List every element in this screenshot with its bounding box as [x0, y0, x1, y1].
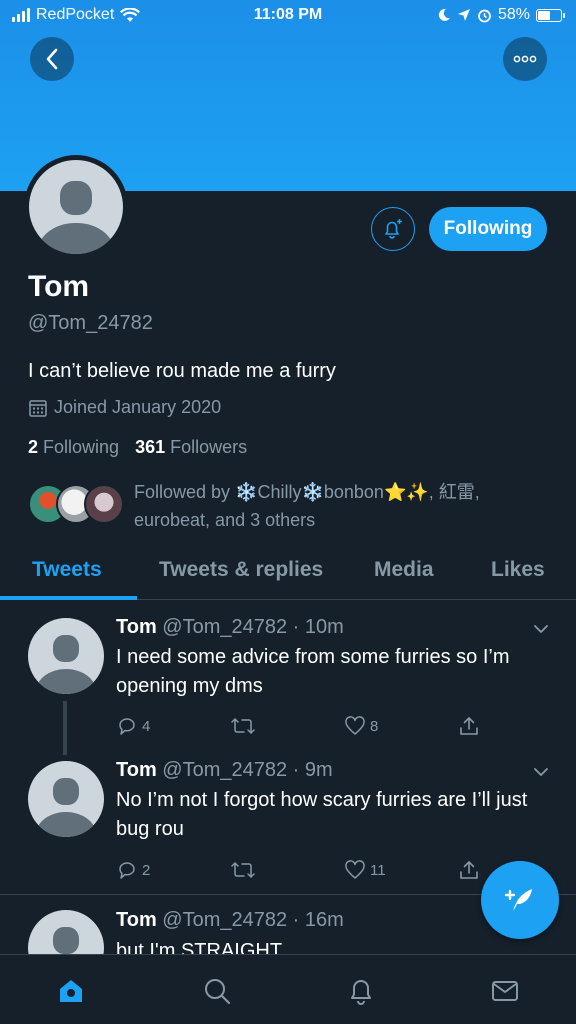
profile-tabs: Tweets Tweets & replies Media Likes	[0, 548, 576, 600]
retweet-icon	[231, 718, 255, 734]
tweet-text: I need some advice from some furries so …	[116, 646, 510, 697]
following-count: 2	[28, 437, 39, 457]
tweet-avatar[interactable]	[28, 761, 104, 837]
profile-bio: I can’t believe rou made me a furry	[28, 360, 336, 382]
tweet-header: Tom @Tom_24782 · 9m	[116, 759, 333, 782]
back-button[interactable]	[30, 37, 74, 81]
search-icon	[205, 979, 231, 1005]
tweet-meta: @Tom_24782 · 10m	[162, 616, 344, 638]
status-icons: 58%	[437, 6, 565, 24]
chevron-down-icon[interactable]	[532, 763, 550, 781]
tab-media[interactable]: Media	[374, 558, 434, 582]
default-avatar-icon	[29, 160, 123, 254]
location-icon	[457, 9, 470, 21]
bell-plus-icon	[385, 219, 402, 239]
share-button[interactable]	[458, 715, 480, 737]
retweet-button[interactable]	[230, 715, 256, 737]
more-horizontal-icon	[513, 55, 537, 63]
follow-counts: 2 Following 361 Followers	[28, 437, 247, 458]
nav-home[interactable]	[55, 975, 87, 1007]
notifications-toggle-button[interactable]	[371, 207, 415, 251]
reply-count: 4	[142, 717, 151, 735]
reply-icon	[119, 718, 135, 735]
share-icon	[460, 717, 478, 735]
like-count: 8	[370, 717, 379, 735]
tab-tweets[interactable]: Tweets	[32, 558, 102, 582]
profile-name: Tom	[28, 270, 90, 303]
tweet-actions: 2 11	[116, 859, 486, 883]
tweet-actions: 4 8	[116, 715, 486, 739]
profile-handle: @Tom_24782	[28, 312, 153, 334]
tweet-author-name: Tom	[116, 759, 157, 781]
followed-by-line: Followed by ❄️Chilly❄️bonbon⭐✨, 紅雷,	[134, 482, 480, 502]
mail-icon	[492, 981, 518, 1001]
active-tab-indicator	[0, 596, 137, 600]
share-icon	[460, 861, 478, 879]
moon-icon	[438, 8, 450, 21]
alarm-icon	[478, 9, 491, 22]
tweet-author-name: Tom	[116, 616, 157, 638]
home-icon	[60, 980, 82, 1002]
tweet-header: Tom @Tom_24782 · 10m	[116, 616, 344, 639]
reply-button[interactable]: 2	[116, 859, 150, 881]
tweet-avatar[interactable]	[28, 618, 104, 694]
following-button[interactable]: Following	[429, 207, 547, 251]
profile-avatar[interactable]	[24, 155, 128, 259]
followed-by-avatars	[28, 484, 128, 528]
reply-icon	[119, 862, 135, 879]
tweet-text: No I’m not I forgot how scary furries ar…	[116, 789, 528, 840]
followers-count-link[interactable]: 361 Followers	[135, 437, 247, 458]
thread-connector	[63, 701, 67, 755]
like-button[interactable]: 11	[344, 859, 386, 881]
tweet-meta: @Tom_24782 · 16m	[162, 909, 344, 931]
battery-percent: 58%	[497, 6, 530, 23]
nav-search[interactable]	[201, 975, 233, 1007]
following-label: Following	[43, 437, 120, 457]
battery-icon	[536, 8, 565, 22]
heart-icon	[345, 860, 365, 879]
heart-icon	[345, 716, 365, 735]
followed-by-text: Followed by ❄️Chilly❄️bonbon⭐✨, 紅雷, euro…	[134, 478, 548, 534]
calendar-icon	[29, 399, 47, 417]
joined-text: Joined January 2020	[54, 397, 222, 417]
tweet-header: Tom @Tom_24782 · 16m	[116, 909, 344, 932]
compose-feather-icon	[504, 889, 532, 911]
followers-count: 361	[135, 437, 166, 457]
retweet-button[interactable]	[230, 859, 256, 881]
reply-count: 2	[142, 861, 151, 879]
tab-tweets-and-replies[interactable]: Tweets & replies	[159, 558, 323, 582]
followed-by-row[interactable]: Followed by ❄️Chilly❄️bonbon⭐✨, 紅雷, euro…	[28, 478, 548, 534]
retweet-icon	[231, 862, 255, 878]
tab-likes[interactable]: Likes	[491, 558, 545, 582]
chevron-left-icon	[46, 48, 58, 70]
share-button[interactable]	[458, 859, 480, 881]
status-bar: RedPocket 11:08 PM 58%	[0, 0, 576, 32]
more-button[interactable]	[503, 37, 547, 81]
followed-by-line: eurobeat, and 3 others	[134, 510, 316, 530]
chevron-down-icon[interactable]	[532, 620, 550, 638]
nav-notifications[interactable]	[345, 975, 377, 1007]
tweet-author-name: Tom	[116, 909, 157, 931]
like-count: 11	[370, 861, 386, 879]
bell-icon	[351, 980, 371, 1005]
like-button[interactable]: 8	[344, 715, 378, 737]
reply-button[interactable]: 4	[116, 715, 150, 737]
bottom-navigation	[0, 954, 576, 1024]
joined-date: Joined January 2020	[28, 397, 221, 418]
tweet-meta: @Tom_24782 · 9m	[162, 759, 333, 781]
nav-messages[interactable]	[489, 975, 521, 1007]
follower-avatar	[84, 484, 124, 524]
followers-label: Followers	[170, 437, 248, 457]
compose-tweet-button[interactable]	[481, 861, 559, 939]
following-count-link[interactable]: 2 Following	[28, 437, 119, 458]
